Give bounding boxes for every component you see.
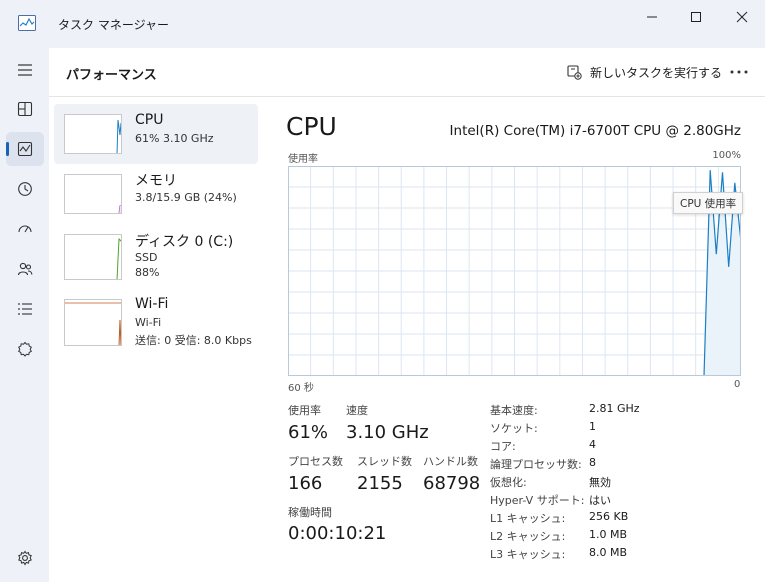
users-icon	[17, 262, 33, 276]
cpu-model: Intel(R) Core(TM) i7-6700T CPU @ 2.80GHz	[449, 123, 741, 139]
more-horizontal-icon	[730, 70, 748, 74]
more-options-button[interactable]	[725, 59, 753, 85]
speed-value: 3.10 GHz	[346, 422, 429, 443]
nav-item-startup[interactable]	[6, 212, 44, 246]
graph-label-max: 100%	[712, 150, 741, 161]
resource-name-wifi: Wi-Fi	[135, 296, 169, 312]
spec-label-hyperv: Hyper-V サポート:	[490, 494, 585, 507]
maximize-button[interactable]	[673, 0, 719, 34]
processes-label: プロセス数	[288, 455, 343, 468]
detail-title: CPU	[286, 112, 337, 141]
spec-value-l3-cache: 8.0 MB	[589, 546, 628, 559]
nav-active-indicator	[6, 142, 9, 156]
header-divider	[49, 96, 765, 97]
spec-value-hyperv: はい	[589, 494, 611, 507]
details-icon	[18, 303, 32, 315]
spec-label-l2-cache: L2 キャッシュ:	[490, 530, 566, 543]
resource-name-memory: メモリ	[135, 173, 177, 189]
spec-label-logical-processors: 論理プロセッサ数:	[490, 458, 582, 471]
resource-item-disk[interactable]: ディスク 0 (C:) SSD 88%	[54, 224, 258, 284]
new-task-icon	[567, 64, 582, 80]
resource-value-cpu: 61% 3.10 GHz	[135, 132, 214, 145]
resource-value-disk: 88%	[135, 266, 160, 279]
resource-name-disk: ディスク 0 (C:)	[135, 234, 234, 250]
nav-item-details[interactable]	[6, 292, 44, 326]
graph-label-usage: 使用率	[288, 154, 318, 165]
minimize-button[interactable]	[629, 0, 675, 34]
hamburger-icon	[18, 64, 32, 76]
services-icon	[18, 341, 32, 357]
spec-label-l3-cache: L3 キャッシュ:	[490, 548, 566, 561]
nav-item-processes[interactable]	[6, 92, 44, 126]
speed-label: 速度	[346, 404, 368, 417]
nav-item-services[interactable]	[6, 332, 44, 366]
spec-value-logical-processors: 8	[589, 456, 596, 469]
settings-icon	[18, 550, 32, 566]
processes-icon	[17, 101, 33, 117]
run-new-task-label: 新しいタスクを実行する	[590, 65, 723, 80]
resource-thumbnail-disk	[64, 234, 122, 280]
spec-label-sockets: ソケット:	[490, 422, 538, 435]
handles-value: 68798	[423, 473, 481, 494]
usage-value: 61%	[288, 422, 329, 443]
resource-value-memory: 3.8/15.9 GB (24%)	[135, 191, 237, 204]
resource-name-cpu: CPU	[135, 112, 164, 128]
nav-item-performance[interactable]	[6, 132, 44, 166]
uptime-value: 0:00:10:21	[288, 523, 387, 544]
resource-item-memory[interactable]: メモリ 3.8/15.9 GB (24%)	[54, 164, 258, 224]
spec-value-sockets: 1	[589, 420, 596, 433]
graph-label-time-span: 60 秒	[288, 383, 314, 394]
spec-value-l2-cache: 1.0 MB	[589, 528, 628, 541]
title-bar: タスク マネージャー	[0, 0, 765, 48]
spec-value-base-speed: 2.81 GHz	[589, 402, 640, 415]
resource-item-cpu[interactable]: CPU 61% 3.10 GHz	[54, 104, 258, 164]
spec-label-cores: コア:	[490, 440, 516, 453]
processes-value: 166	[288, 473, 323, 494]
threads-value: 2155	[357, 473, 403, 494]
spec-label-l1-cache: L1 キャッシュ:	[490, 512, 566, 525]
spec-value-virtualization: 無効	[589, 476, 611, 489]
spec-label-base-speed: 基本速度:	[490, 404, 538, 417]
nav-item-app-history[interactable]	[6, 172, 44, 206]
navigation-rail	[0, 48, 49, 582]
resource-type-disk: SSD	[135, 251, 158, 264]
nav-item-users[interactable]	[6, 252, 44, 286]
usage-label: 使用率	[288, 404, 321, 417]
memory-mini-graph	[118, 205, 121, 213]
resource-value-wifi: 送信: 0 受信: 8.0 Kbps	[135, 334, 252, 347]
uptime-label: 稼働時間	[288, 506, 332, 519]
spec-label-virtualization: 仮想化:	[490, 476, 527, 489]
minimize-icon	[647, 16, 657, 18]
resource-thumbnail-memory	[64, 174, 122, 214]
close-icon	[736, 11, 748, 23]
app-history-icon	[18, 182, 32, 196]
handles-label: ハンドル数	[423, 455, 478, 468]
spec-value-cores: 4	[589, 438, 596, 451]
task-manager-icon	[18, 15, 36, 31]
close-button[interactable]	[719, 0, 765, 34]
threads-label: スレッド数	[357, 455, 412, 468]
disk-mini-graph	[116, 237, 121, 279]
nav-menu-button[interactable]	[6, 53, 44, 87]
main-content: パフォーマンス 新しいタスクを実行する CPU 61% 3.10 GHz メモリ…	[49, 48, 765, 582]
resource-thumbnail-wifi	[64, 299, 122, 346]
resource-type-wifi: Wi-Fi	[135, 316, 162, 329]
spec-value-l1-cache: 256 KB	[589, 510, 629, 523]
page-title: パフォーマンス	[66, 68, 157, 83]
wifi-mini-graph	[65, 302, 121, 345]
resource-item-wifi[interactable]: Wi-Fi Wi-Fi 送信: 0 受信: 8.0 Kbps	[54, 290, 258, 350]
window-title: タスク マネージャー	[58, 18, 169, 32]
cpu-mini-graph	[116, 119, 121, 153]
startup-icon	[18, 225, 32, 233]
nav-item-settings[interactable]	[6, 541, 44, 575]
maximize-icon	[691, 12, 701, 22]
graph-tooltip: CPU 使用率	[673, 192, 744, 214]
performance-icon	[17, 141, 33, 157]
run-new-task-button[interactable]: 新しいタスクを実行する	[563, 59, 726, 85]
resource-thumbnail-cpu	[64, 114, 122, 154]
graph-label-time-now: 0	[734, 379, 741, 390]
